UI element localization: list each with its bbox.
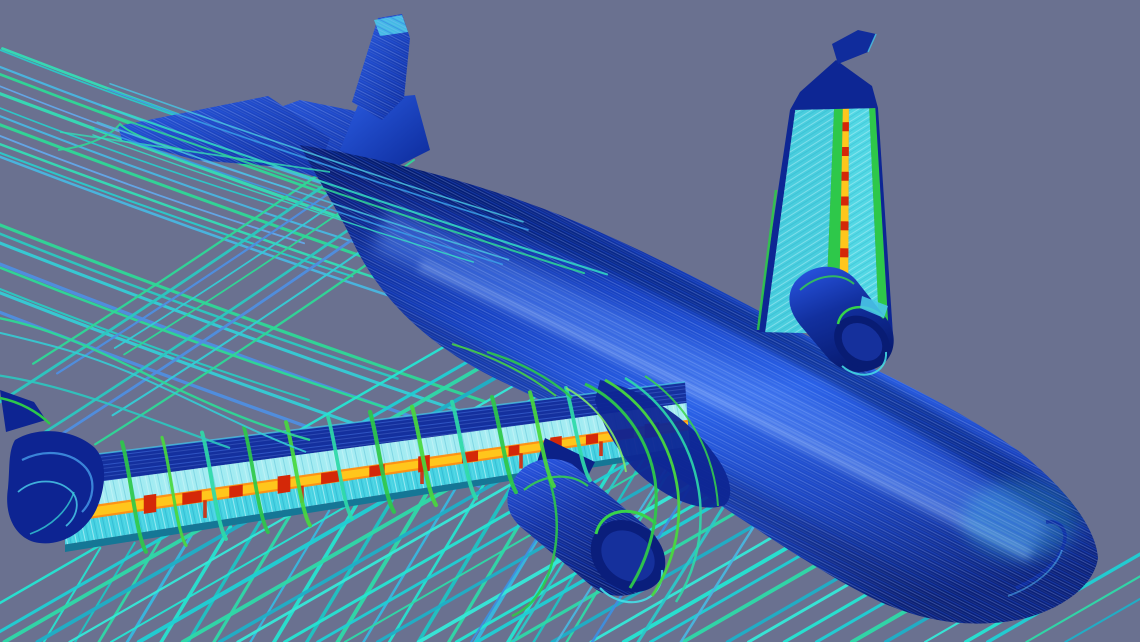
rwing-red-dash [840, 248, 848, 257]
rwing-red-dash [841, 221, 849, 230]
rwing-red-dash [842, 122, 849, 131]
rwing-red-dash [841, 197, 849, 206]
leading-edge-red-dash [144, 494, 156, 514]
red-tick [599, 441, 603, 456]
leading-edge-red-dash [509, 445, 520, 457]
leading-edge-red-dash [586, 433, 598, 444]
leading-edge-red-dash [278, 475, 291, 494]
leading-edge-red-dash [229, 485, 242, 498]
rwing-red-dash [842, 147, 849, 156]
red-tick [519, 453, 523, 468]
rwing-red-dash [841, 172, 848, 181]
cfd-visualization-stage: CFD visualization of an airliner with ve… [0, 0, 1140, 642]
cfd-render: CFD visualization of an airliner with ve… [0, 0, 1140, 642]
red-tick [203, 500, 207, 518]
red-tick [420, 468, 424, 484]
